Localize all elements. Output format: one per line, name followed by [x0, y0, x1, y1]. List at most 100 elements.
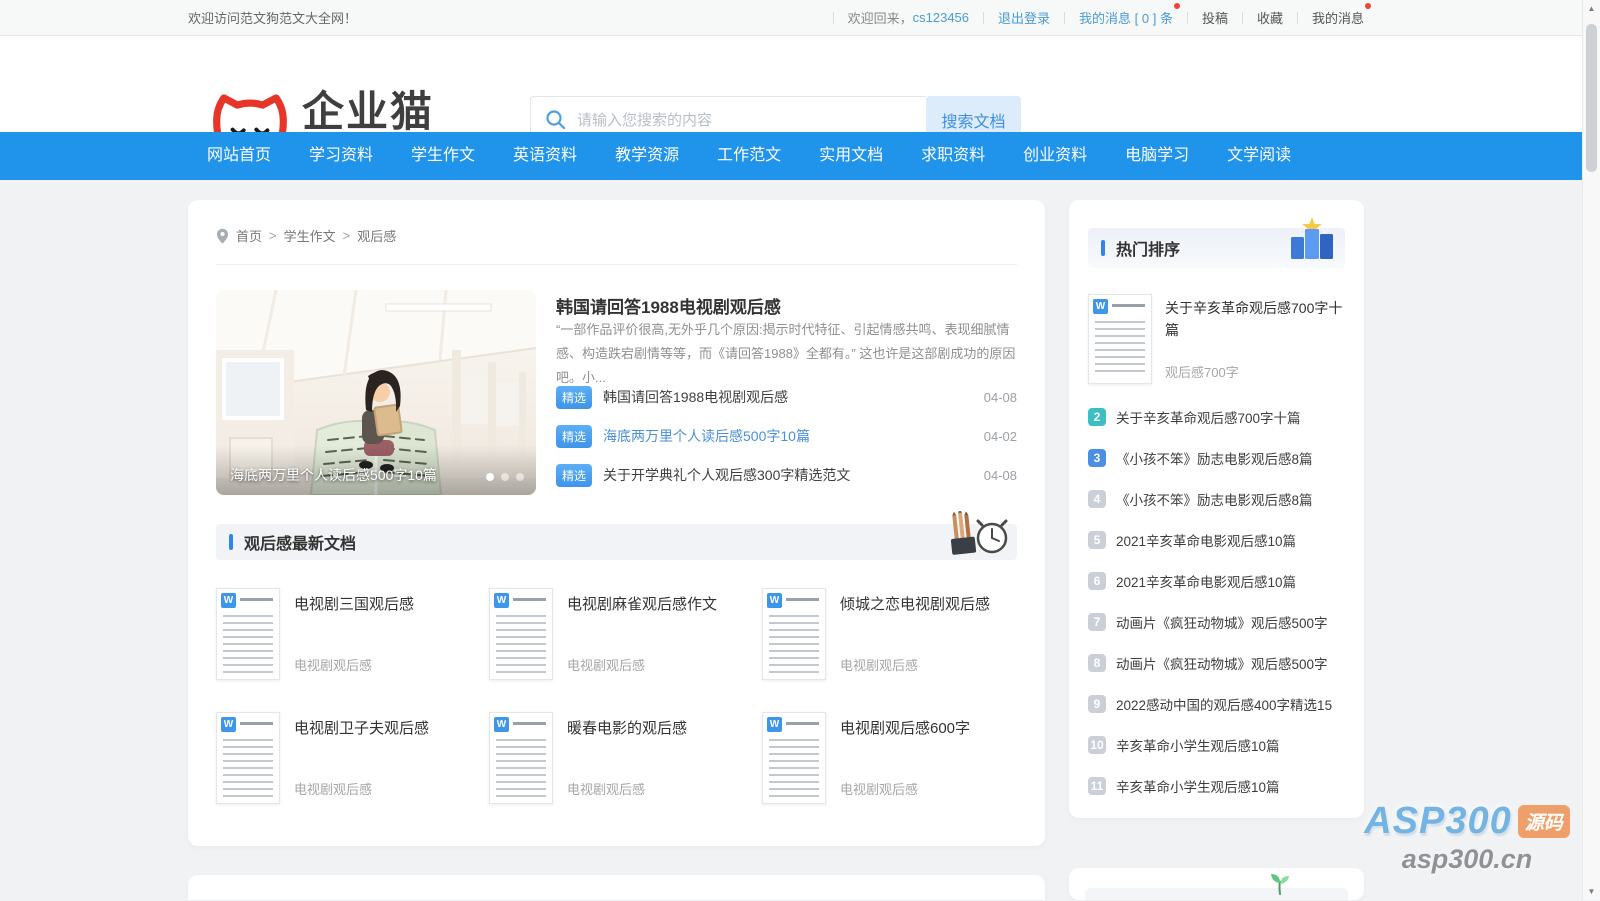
hot-rank-item[interactable]: 9 2022感动中国的观后感400字精选15	[1088, 683, 1345, 724]
doc-card[interactable]: W 电视剧卫子夫观后感 电视剧观后感	[216, 712, 471, 804]
submit-post-link[interactable]: 投稿	[1202, 8, 1228, 27]
doc-title[interactable]: 电视剧三国观后感	[294, 593, 414, 614]
doc-thumbnail: W	[216, 712, 280, 804]
logo-text: 企业猫	[302, 90, 434, 134]
featured-article-list: 精选 韩国请回答1988电视剧观后感 04-08 精选 海底两万里个人读后感50…	[556, 384, 1017, 501]
hot-rank-top-item[interactable]: W 关于辛亥革命观后感700字十篇 观后感700字	[1088, 294, 1345, 384]
nav-item-literature[interactable]: 文学阅读	[1208, 132, 1310, 180]
rank-badge: 3	[1088, 449, 1106, 467]
username-link[interactable]: cs123456	[913, 10, 969, 25]
doc-title[interactable]: 电视剧卫子夫观后感	[294, 717, 429, 738]
rank-badge: 5	[1088, 531, 1106, 549]
doc-title[interactable]: 关于辛亥革命观后感700字十篇	[1165, 297, 1345, 341]
rank-badge: 4	[1088, 490, 1106, 508]
hot-rank-item[interactable]: 4 《小孩不笨》励志电影观后感8篇	[1088, 478, 1345, 519]
nav-item-startup[interactable]: 创业资料	[1004, 132, 1106, 180]
hot-ranking-header: 热门排序	[1088, 228, 1345, 268]
featured-article-excerpt: “一部作品评价很高,无外乎几个原因:揭示时代特征、引起情感共鸣、表现细腻情感、构…	[556, 318, 1017, 390]
scrollbar-thumb[interactable]	[1586, 24, 1597, 172]
hot-rank-item[interactable]: 11 辛亥革命小学生观后感10篇	[1088, 765, 1345, 806]
hot-rank-item[interactable]: 3 《小孩不笨》励志电影观后感8篇	[1088, 437, 1345, 478]
latest-section-title: 观后感最新文档	[244, 530, 356, 554]
doc-card[interactable]: W 暖春电影的观后感 电视剧观后感	[489, 712, 744, 804]
breadcrumb-separator: >	[269, 228, 277, 243]
doc-title[interactable]: 《小孩不笨》励志电影观后感8篇	[1116, 448, 1313, 468]
article-link[interactable]: 韩国请回答1988电视剧观后感	[603, 387, 788, 407]
nav-item-english[interactable]: 英语资料	[494, 132, 596, 180]
topbar: 欢迎访问范文狗范文大全网！ 欢迎回来， cs123456 退出登录 我的消息 […	[0, 0, 1600, 36]
article-link[interactable]: 关于开学典礼个人观后感300字精选范文	[603, 465, 850, 485]
doc-title[interactable]: 关于辛亥革命观后感700字十篇	[1116, 407, 1301, 427]
accent-bar	[1101, 240, 1105, 256]
nav-item-home[interactable]: 网站首页	[188, 132, 290, 180]
article-link[interactable]: 海底两万里个人读后感500字10篇	[603, 426, 810, 446]
nav-item-study-materials[interactable]: 学习资料	[290, 132, 392, 180]
messages-link[interactable]: 我的消息 [ 0 ] 条	[1079, 11, 1173, 26]
carousel-dot[interactable]	[516, 473, 524, 481]
doc-title[interactable]: 《小孩不笨》励志电影观后感8篇	[1116, 489, 1313, 509]
carousel-dot[interactable]	[501, 473, 509, 481]
word-doc-icon: W	[494, 593, 509, 608]
doc-card[interactable]: W 倾城之恋电视剧观后感 电视剧观后感	[762, 588, 1017, 680]
doc-card[interactable]: W 电视剧三国观后感 电视剧观后感	[216, 588, 471, 680]
doc-title[interactable]: 倾城之恋电视剧观后感	[840, 593, 990, 614]
featured-carousel[interactable]: 海底两万里个人读后感500字10篇	[216, 290, 536, 495]
hot-rank-item[interactable]: 8 动画片《疯狂动物城》观后感500字	[1088, 642, 1345, 683]
featured-list-item[interactable]: 精选 韩国请回答1988电视剧观后感 04-08	[556, 384, 1017, 410]
hot-rank-item[interactable]: 5 2021辛亥革命电影观后感10篇	[1088, 519, 1345, 560]
hot-rank-item[interactable]: 10 辛亥革命小学生观后感10篇	[1088, 724, 1345, 765]
breadcrumb-section[interactable]: 学生作文	[284, 226, 336, 245]
doc-title[interactable]: 2022感动中国的观后感400字精选15	[1116, 694, 1332, 714]
doc-title[interactable]: 电视剧观后感600字	[840, 717, 970, 738]
hot-rank-item[interactable]: 6 2021辛亥革命电影观后感10篇	[1088, 560, 1345, 601]
breadcrumb-home[interactable]: 首页	[236, 226, 262, 245]
doc-title[interactable]: 动画片《疯狂动物城》观后感500字	[1116, 612, 1328, 632]
stationery-icon	[945, 511, 1009, 562]
ranking-podium-icon	[1287, 215, 1337, 266]
carousel-dot[interactable]	[486, 473, 494, 481]
doc-category: 电视剧观后感	[840, 779, 918, 798]
nav-item-student-essays[interactable]: 学生作文	[392, 132, 494, 180]
rank-badge: 2	[1088, 408, 1106, 426]
hot-rank-item[interactable]: 7 动画片《疯狂动物城》观后感500字	[1088, 601, 1345, 642]
doc-title[interactable]: 动画片《疯狂动物城》观后感500字	[1116, 653, 1328, 673]
nav-item-computer[interactable]: 电脑学习	[1106, 132, 1208, 180]
doc-category: 电视剧观后感	[567, 655, 645, 674]
my-messages-link[interactable]: 我的消息	[1312, 11, 1364, 26]
doc-title[interactable]: 2021辛亥革命电影观后感10篇	[1116, 571, 1296, 591]
article-date: 04-08	[984, 390, 1017, 405]
doc-thumbnail: W	[1088, 294, 1152, 384]
nav-item-job-materials[interactable]: 求职资料	[902, 132, 1004, 180]
word-doc-icon: W	[767, 593, 782, 608]
hot-rank-item[interactable]: 2 关于辛亥革命观后感700字十篇	[1088, 396, 1345, 437]
featured-list-item[interactable]: 精选 关于开学典礼个人观后感300字精选范文 04-08	[556, 462, 1017, 488]
logout-link[interactable]: 退出登录	[998, 8, 1050, 27]
doc-title[interactable]: 2021辛亥革命电影观后感10篇	[1116, 530, 1296, 550]
doc-card[interactable]: W 电视剧麻雀观后感作文 电视剧观后感	[489, 588, 744, 680]
doc-title[interactable]: 辛亥革命小学生观后感10篇	[1116, 735, 1280, 755]
divider	[1242, 12, 1243, 24]
doc-category: 电视剧观后感	[840, 655, 918, 674]
featured-list-item[interactable]: 精选 海底两万里个人读后感500字10篇 04-02	[556, 423, 1017, 449]
notification-dot	[1174, 3, 1180, 9]
doc-thumbnail: W	[762, 712, 826, 804]
breadcrumb-separator: >	[343, 228, 351, 243]
divider	[216, 264, 1017, 265]
divider	[1297, 12, 1298, 24]
doc-title[interactable]: 电视剧麻雀观后感作文	[567, 593, 717, 614]
carousel-caption: 海底两万里个人读后感500字10篇	[230, 465, 437, 485]
nav-item-teaching[interactable]: 教学资源	[596, 132, 698, 180]
doc-title[interactable]: 辛亥革命小学生观后感10篇	[1116, 776, 1280, 796]
featured-badge: 精选	[556, 386, 592, 409]
doc-card[interactable]: W 电视剧观后感600字 电视剧观后感	[762, 712, 1017, 804]
doc-title[interactable]: 暖春电影的观后感	[567, 717, 687, 738]
watermark-brand: ASP300	[1364, 800, 1512, 843]
nav-item-work-docs[interactable]: 工作范文	[698, 132, 800, 180]
hot-ranking-card: 热门排序 W 关于辛亥革命观后感700字十篇 观后感700字 2 关于辛亥革命观…	[1069, 200, 1364, 818]
scroll-down-arrow[interactable]: ▼	[1583, 887, 1600, 896]
featured-article-title[interactable]: 韩国请回答1988电视剧观后感	[556, 293, 781, 318]
nav-item-practical-docs[interactable]: 实用文档	[800, 132, 902, 180]
main-nav: 网站首页 学习资料 学生作文 英语资料 教学资源 工作范文 实用文档 求职资料 …	[0, 132, 1600, 180]
favorites-link[interactable]: 收藏	[1257, 8, 1283, 27]
scroll-up-arrow[interactable]: ▲	[1583, 4, 1600, 13]
